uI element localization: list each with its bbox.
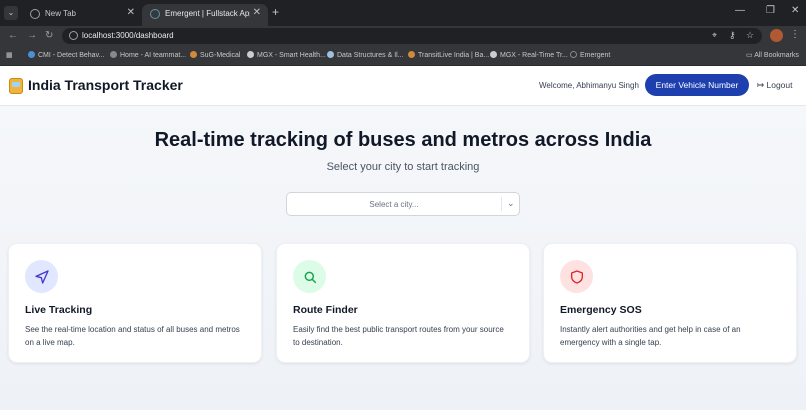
tab-search-button[interactable]: ⌄ [4,6,18,20]
password-key-icon[interactable]: ⚷ [729,30,736,41]
bookmark-label: SuG-Medical [200,52,241,59]
shield-icon [560,260,593,293]
card-title: Route Finder [293,304,358,316]
maximize-icon[interactable]: ❐ [766,6,775,16]
welcome-text: Welcome, Abhimanyu Singh [539,81,639,90]
feature-card-live-tracking[interactable]: Live Tracking See the real-time location… [8,243,262,363]
dashboard-page: India Transport Tracker Welcome, Abhiman… [0,66,806,410]
address-bar[interactable]: localhost:3000/dashboard ⌖ ⚷ ☆ [62,28,762,44]
page-subtitle: Select your city to start tracking [326,161,480,173]
bookmark-label: MGX - Real-Time Tr... [500,52,568,59]
card-title: Emergency SOS [560,304,642,316]
bookmark-label: CMI - Detect Behav... [38,52,105,59]
browser-toolbar: ← → ↻ localhost:3000/dashboard ⌖ ⚷ ☆ ⋮ [0,26,806,46]
site-info-icon[interactable] [69,31,78,40]
bookmarks-bar: ▦ CMI - Detect Behav... Home - AI teamma… [0,46,806,66]
page-title: Real-time tracking of buses and metros a… [154,129,652,151]
bookmark-item[interactable]: MGX - Smart Health... [247,51,326,59]
card-description: See the real-time location and status of… [25,325,240,347]
bookmark-item[interactable]: TransitLive India | Ba... [408,51,489,59]
bookmark-favicon-icon [28,51,35,58]
logout-label: Logout [766,80,793,90]
bookmark-item[interactable]: Home - AI teammat... [110,51,186,59]
bookmark-favicon-icon [247,51,254,58]
bookmark-favicon-icon [570,51,577,58]
browser-tabstrip: ⌄ New Tab ✕ Emergent | Fullstack App ✕ +… [0,0,806,26]
back-icon[interactable]: ← [8,30,18,42]
bookmark-label: Home - AI teammat... [120,52,187,59]
forward-icon[interactable]: → [27,30,37,42]
browser-tab-emergent[interactable]: Emergent | Fullstack App ✕ [142,4,268,26]
search-icon [293,260,326,293]
city-select-placeholder: Select a city... [369,200,419,209]
bookmark-label: Emergent [580,52,611,59]
select-divider [501,197,502,211]
browser-menu-icon[interactable]: ⋮ [790,29,800,40]
bookmark-favicon-icon [110,51,117,58]
navigation-arrow-icon [25,260,58,293]
bookmark-item[interactable]: MGX - Real-Time Tr... [490,51,568,59]
apps-grid-icon[interactable]: ▦ [6,51,13,59]
all-bookmarks[interactable]: ▭ All Bookmarks [746,51,799,59]
bookmark-favicon-icon [408,51,415,58]
globe-icon [30,9,40,19]
window-close-icon[interactable]: ✕ [791,6,799,16]
bookmark-item[interactable]: CMI - Detect Behav... [28,51,104,59]
new-tab-button[interactable]: + [272,6,279,18]
feature-card-emergency-sos[interactable]: Emergency SOS Instantly alert authoritie… [543,243,797,363]
bookmark-label: Data Structures & Il... [337,52,404,59]
bookmark-item[interactable]: SuG-Medical [190,51,240,59]
bookmark-favicon-icon [490,51,497,58]
folder-icon: ▭ [746,52,755,59]
enter-vehicle-number-button[interactable]: Enter Vehicle Number [645,74,749,96]
location-icon[interactable]: ⌖ [712,30,717,41]
browser-tab-new-tab[interactable]: New Tab ✕ [22,4,142,26]
bookmark-label: TransitLive India | Ba... [418,52,490,59]
bookmark-star-icon[interactable]: ☆ [746,30,754,41]
card-title: Live Tracking [25,304,93,316]
feature-card-route-finder[interactable]: Route Finder Easily find the best public… [276,243,530,363]
app-header: India Transport Tracker Welcome, Abhiman… [0,66,806,106]
close-icon[interactable]: ✕ [253,7,261,18]
all-bookmarks-label: All Bookmarks [754,52,799,59]
reload-icon[interactable]: ↻ [45,30,53,42]
card-description: Easily find the best public transport ro… [293,325,504,347]
bookmark-item[interactable]: Data Structures & Il... [327,51,404,59]
url-text[interactable]: localhost:3000/dashboard [82,31,174,40]
bookmark-favicon-icon [327,51,334,58]
chevron-down-icon[interactable]: ⌄ [507,198,515,209]
city-select[interactable]: Select a city... ⌄ [286,192,520,216]
brand-title[interactable]: India Transport Tracker [28,77,183,93]
tab-label: New Tab [45,9,76,18]
tab-label: Emergent | Fullstack App [165,9,250,18]
app-favicon-icon [150,9,160,19]
bookmark-item[interactable]: Emergent [570,51,610,59]
logout-button[interactable]: ↦ Logout [757,80,792,91]
bookmark-label: MGX - Smart Health... [257,52,326,59]
bus-logo-icon [9,78,23,94]
bookmark-favicon-icon [190,51,197,58]
profile-avatar[interactable] [770,29,783,42]
card-description: Instantly alert authorities and get help… [560,325,741,347]
close-icon[interactable]: ✕ [127,7,135,18]
minimize-icon[interactable]: — [735,6,745,16]
